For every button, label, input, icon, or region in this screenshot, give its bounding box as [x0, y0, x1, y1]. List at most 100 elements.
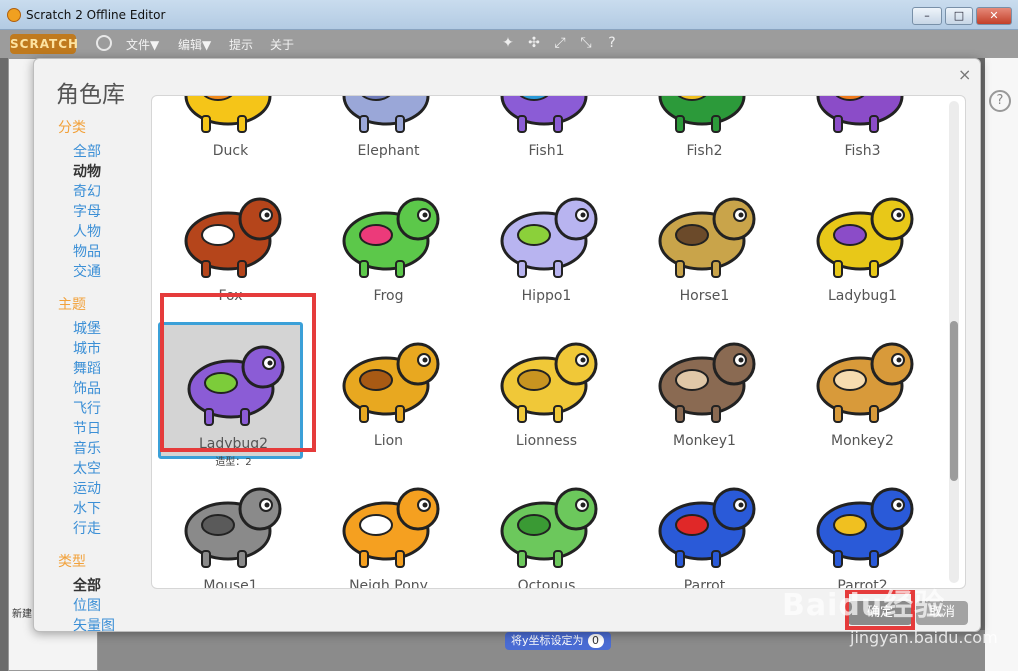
sprite-name: Hippo1: [521, 288, 572, 304]
sprite-tile-neigh-pony[interactable]: Neigh Pony: [316, 467, 461, 589]
menu-file[interactable]: 文件▼: [126, 36, 159, 53]
theme-heading: 主题: [58, 297, 86, 313]
category-item[interactable]: 字母: [58, 202, 158, 222]
scrollbar-thumb[interactable]: [950, 321, 958, 481]
window-title: Scratch 2 Offline Editor: [26, 8, 166, 22]
sprite-thumbnail: [484, 96, 609, 138]
theme-item[interactable]: 舞蹈: [58, 359, 158, 379]
sprite-thumbnail: [168, 96, 293, 138]
category-item[interactable]: 奇幻: [58, 182, 158, 202]
category-item[interactable]: 交通: [58, 262, 158, 282]
sprite-tile-parrot[interactable]: Parrot: [632, 467, 777, 589]
category-filter-group: 分类 全部 动物 奇幻 字母 人物 物品 交通: [58, 117, 158, 282]
sprite-name: Neigh Pony: [349, 578, 428, 589]
theme-item[interactable]: 城市: [58, 339, 158, 359]
sprite-tile-ladybug2[interactable]: Ladybug2 造型：2: [158, 322, 303, 468]
sprite-name: Fish2: [686, 143, 723, 159]
sprite-tile-octopus[interactable]: Octopus: [474, 467, 619, 589]
sprite-tile-fish3[interactable]: Fish3: [790, 96, 935, 169]
menu-tips[interactable]: 提示: [229, 36, 253, 53]
theme-item[interactable]: 行走: [58, 519, 158, 539]
language-globe-icon[interactable]: [96, 35, 112, 51]
sprite-thumbnail: [800, 183, 925, 283]
sprite-name: Elephant: [357, 143, 420, 159]
theme-item[interactable]: 音乐: [58, 439, 158, 459]
sprite-tile-lionness[interactable]: Lionness: [474, 322, 619, 459]
sprite-name: Mouse1: [203, 578, 258, 589]
sprite-tile-monkey2[interactable]: Monkey2: [790, 322, 935, 459]
sprite-tile-fox[interactable]: Fox: [158, 177, 303, 314]
category-item[interactable]: 动物: [58, 162, 158, 182]
sprite-thumbnail: [642, 96, 767, 138]
sprite-thumbnail: [484, 473, 609, 573]
type-filter-group: 类型 全部 位图 矢量图: [58, 551, 158, 636]
sprite-thumbnail: [484, 328, 609, 428]
theme-item[interactable]: 城堡: [58, 319, 158, 339]
category-item[interactable]: 全部: [58, 142, 158, 162]
set-y-block[interactable]: 将y坐标设定为 0: [505, 632, 611, 650]
theme-item[interactable]: 节日: [58, 419, 158, 439]
sprite-tile-frog[interactable]: Frog: [316, 177, 461, 314]
sprite-tile-fish1[interactable]: Fish1: [474, 96, 619, 169]
sprite-tile-elephant[interactable]: Elephant: [316, 96, 461, 169]
sprite-tile-duck[interactable]: Duck: [158, 96, 303, 169]
set-y-block-label: 将y坐标设定为: [511, 634, 584, 647]
type-item[interactable]: 位图: [58, 596, 158, 616]
set-y-block-value[interactable]: 0: [587, 634, 604, 648]
help-icon[interactable]: ?: [604, 35, 620, 51]
sprite-thumbnail: [326, 328, 451, 428]
delete-scissors-icon[interactable]: ✣: [526, 35, 542, 51]
sprite-thumbnail: [800, 96, 925, 138]
sprite-name: Horse1: [679, 288, 730, 304]
sprite-name: Octopus: [517, 578, 576, 589]
sprite-name: Parrot: [683, 578, 726, 589]
sprite-name: Lion: [373, 433, 404, 449]
sprite-thumbnail: [642, 183, 767, 283]
category-item[interactable]: 人物: [58, 222, 158, 242]
theme-item[interactable]: 运动: [58, 479, 158, 499]
sprite-costume-count: 造型：2: [215, 457, 252, 468]
sprite-tile-mouse1[interactable]: Mouse1: [158, 467, 303, 589]
close-window-button[interactable]: ✕: [976, 7, 1012, 25]
question-help-icon[interactable]: ?: [989, 90, 1011, 112]
theme-item[interactable]: 饰品: [58, 379, 158, 399]
sprite-name: Fish3: [844, 143, 881, 159]
library-sidebar: 分类 全部 动物 奇幻 字母 人物 物品 交通 主题 城堡 城市 舞蹈 饰品 飞行 节日 音乐 太空 运动水…: [58, 117, 158, 648]
sprite-tile-lion[interactable]: Lion: [316, 322, 461, 459]
minimize-button[interactable]: –: [912, 7, 942, 25]
sprite-thumbnail: [642, 473, 767, 573]
shrink-icon[interactable]: ⤡: [578, 35, 594, 51]
theme-filter-group: 主题 城堡 城市 舞蹈 饰品 飞行 节日 音乐 太空 运动 水下 行走: [58, 294, 158, 539]
sprite-name: Ladybug2: [198, 436, 269, 452]
theme-item[interactable]: 太空: [58, 459, 158, 479]
sprite-tile-fish2[interactable]: Fish2: [632, 96, 777, 169]
scratch-logo[interactable]: SCRATCH: [10, 34, 78, 54]
sprite-tile-horse1[interactable]: Horse1: [632, 177, 777, 314]
sprite-tile-ladybug1[interactable]: Ladybug1: [790, 177, 935, 314]
category-item[interactable]: 物品: [58, 242, 158, 262]
type-item[interactable]: 矢量图: [58, 616, 158, 636]
sprite-grid-panel: Duck Elephant Fish1 Fish2 Fish3 Fox Frog Hippo1…: [151, 95, 966, 589]
library-scrollbar[interactable]: [949, 101, 959, 583]
maximize-button[interactable]: □: [945, 7, 973, 25]
sprite-tile-parrot2[interactable]: Parrot2: [790, 467, 935, 588]
menu-edit[interactable]: 编辑▼: [178, 36, 211, 53]
type-heading: 类型: [58, 554, 86, 570]
baidu-watermark: Baidu经验: [782, 588, 946, 623]
sprite-tile-hippo1[interactable]: Hippo1: [474, 177, 619, 314]
sprite-tile-monkey1[interactable]: Monkey1: [632, 322, 777, 459]
grow-icon[interactable]: ⤢: [552, 35, 568, 51]
sprite-thumbnail: [326, 473, 451, 573]
window-titlebar: Scratch 2 Offline Editor – □ ✕: [0, 0, 1018, 30]
menu-about[interactable]: 关于: [270, 36, 294, 53]
scratch-cat-icon: [7, 8, 21, 22]
sprite-thumbnail: [326, 183, 451, 283]
sprite-name: Fox: [218, 288, 243, 304]
type-item[interactable]: 全部: [58, 576, 158, 596]
duplicate-stamp-icon[interactable]: ✦: [500, 35, 516, 51]
theme-item[interactable]: 水下: [58, 499, 158, 519]
sprite-name: Frog: [373, 288, 404, 304]
dialog-title: 角色库: [56, 82, 125, 108]
dialog-close-icon[interactable]: ×: [958, 65, 971, 84]
theme-item[interactable]: 飞行: [58, 399, 158, 419]
